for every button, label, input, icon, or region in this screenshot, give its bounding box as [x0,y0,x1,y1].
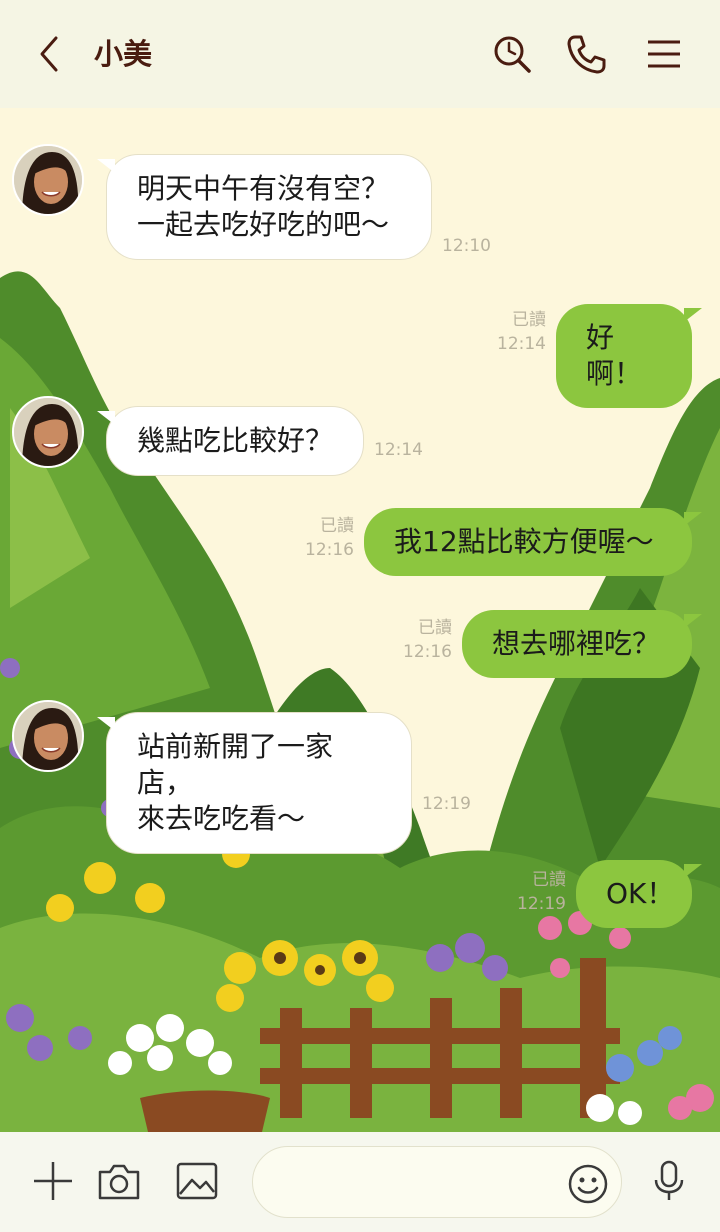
camera-icon[interactable] [96,1158,142,1204]
message-time: 12:16 [403,642,452,662]
phone-icon[interactable] [564,32,608,76]
contact-avatar[interactable] [12,700,84,772]
message-time: 12:19 [517,894,566,914]
contact-name: 小美 [94,37,153,71]
read-label: 已讀 [512,310,546,330]
chevron-left-icon[interactable] [30,34,70,74]
contact-avatar[interactable] [12,396,84,468]
message-bubble-incoming[interactable]: 站前新開了一家店， 來去吃吃看～ [97,712,412,854]
message-bubble-incoming[interactable]: 幾點吃比較好？ [97,406,364,476]
read-receipt: 已讀 12:16 [296,514,354,562]
message-time: 12:14 [374,440,423,460]
message-bubble-incoming[interactable]: 明天中午有沒有空？ 一起去吃好吃的吧～ [97,154,432,260]
smiley-icon[interactable] [567,1163,609,1205]
image-icon[interactable] [174,1158,220,1204]
message-composer [0,1132,720,1232]
read-receipt: 已讀 12:14 [488,308,546,356]
message-input[interactable] [277,1165,547,1201]
chat-header: 小美 [0,0,720,108]
message-time: 12:19 [422,794,471,814]
hamburger-menu-icon[interactable] [642,32,686,76]
message-bubble-outgoing[interactable]: OK！ [576,860,702,928]
message-bubble-outgoing[interactable]: 我12點比較方便喔～ [364,508,702,576]
read-receipt: 已讀 12:19 [508,868,566,916]
message-bubble-outgoing[interactable]: 想去哪裡吃？ [462,610,702,678]
read-label: 已讀 [532,870,566,890]
read-label: 已讀 [320,516,354,536]
microphone-icon[interactable] [646,1158,692,1204]
message-time: 12:16 [305,540,354,560]
message-bubble-outgoing[interactable]: 好啊！ [556,304,702,408]
message-input-box[interactable] [252,1146,622,1218]
message-time: 12:10 [442,236,491,256]
read-label: 已讀 [418,618,452,638]
contact-avatar[interactable] [12,144,84,216]
chat-area[interactable]: 明天中午有沒有空？ 一起去吃好吃的吧～ 12:10 已讀 12:14 好啊！ 幾… [0,108,720,1132]
search-icon[interactable] [490,32,534,76]
plus-icon[interactable] [30,1158,76,1204]
read-receipt: 已讀 12:16 [394,616,452,664]
message-time: 12:14 [497,334,546,354]
